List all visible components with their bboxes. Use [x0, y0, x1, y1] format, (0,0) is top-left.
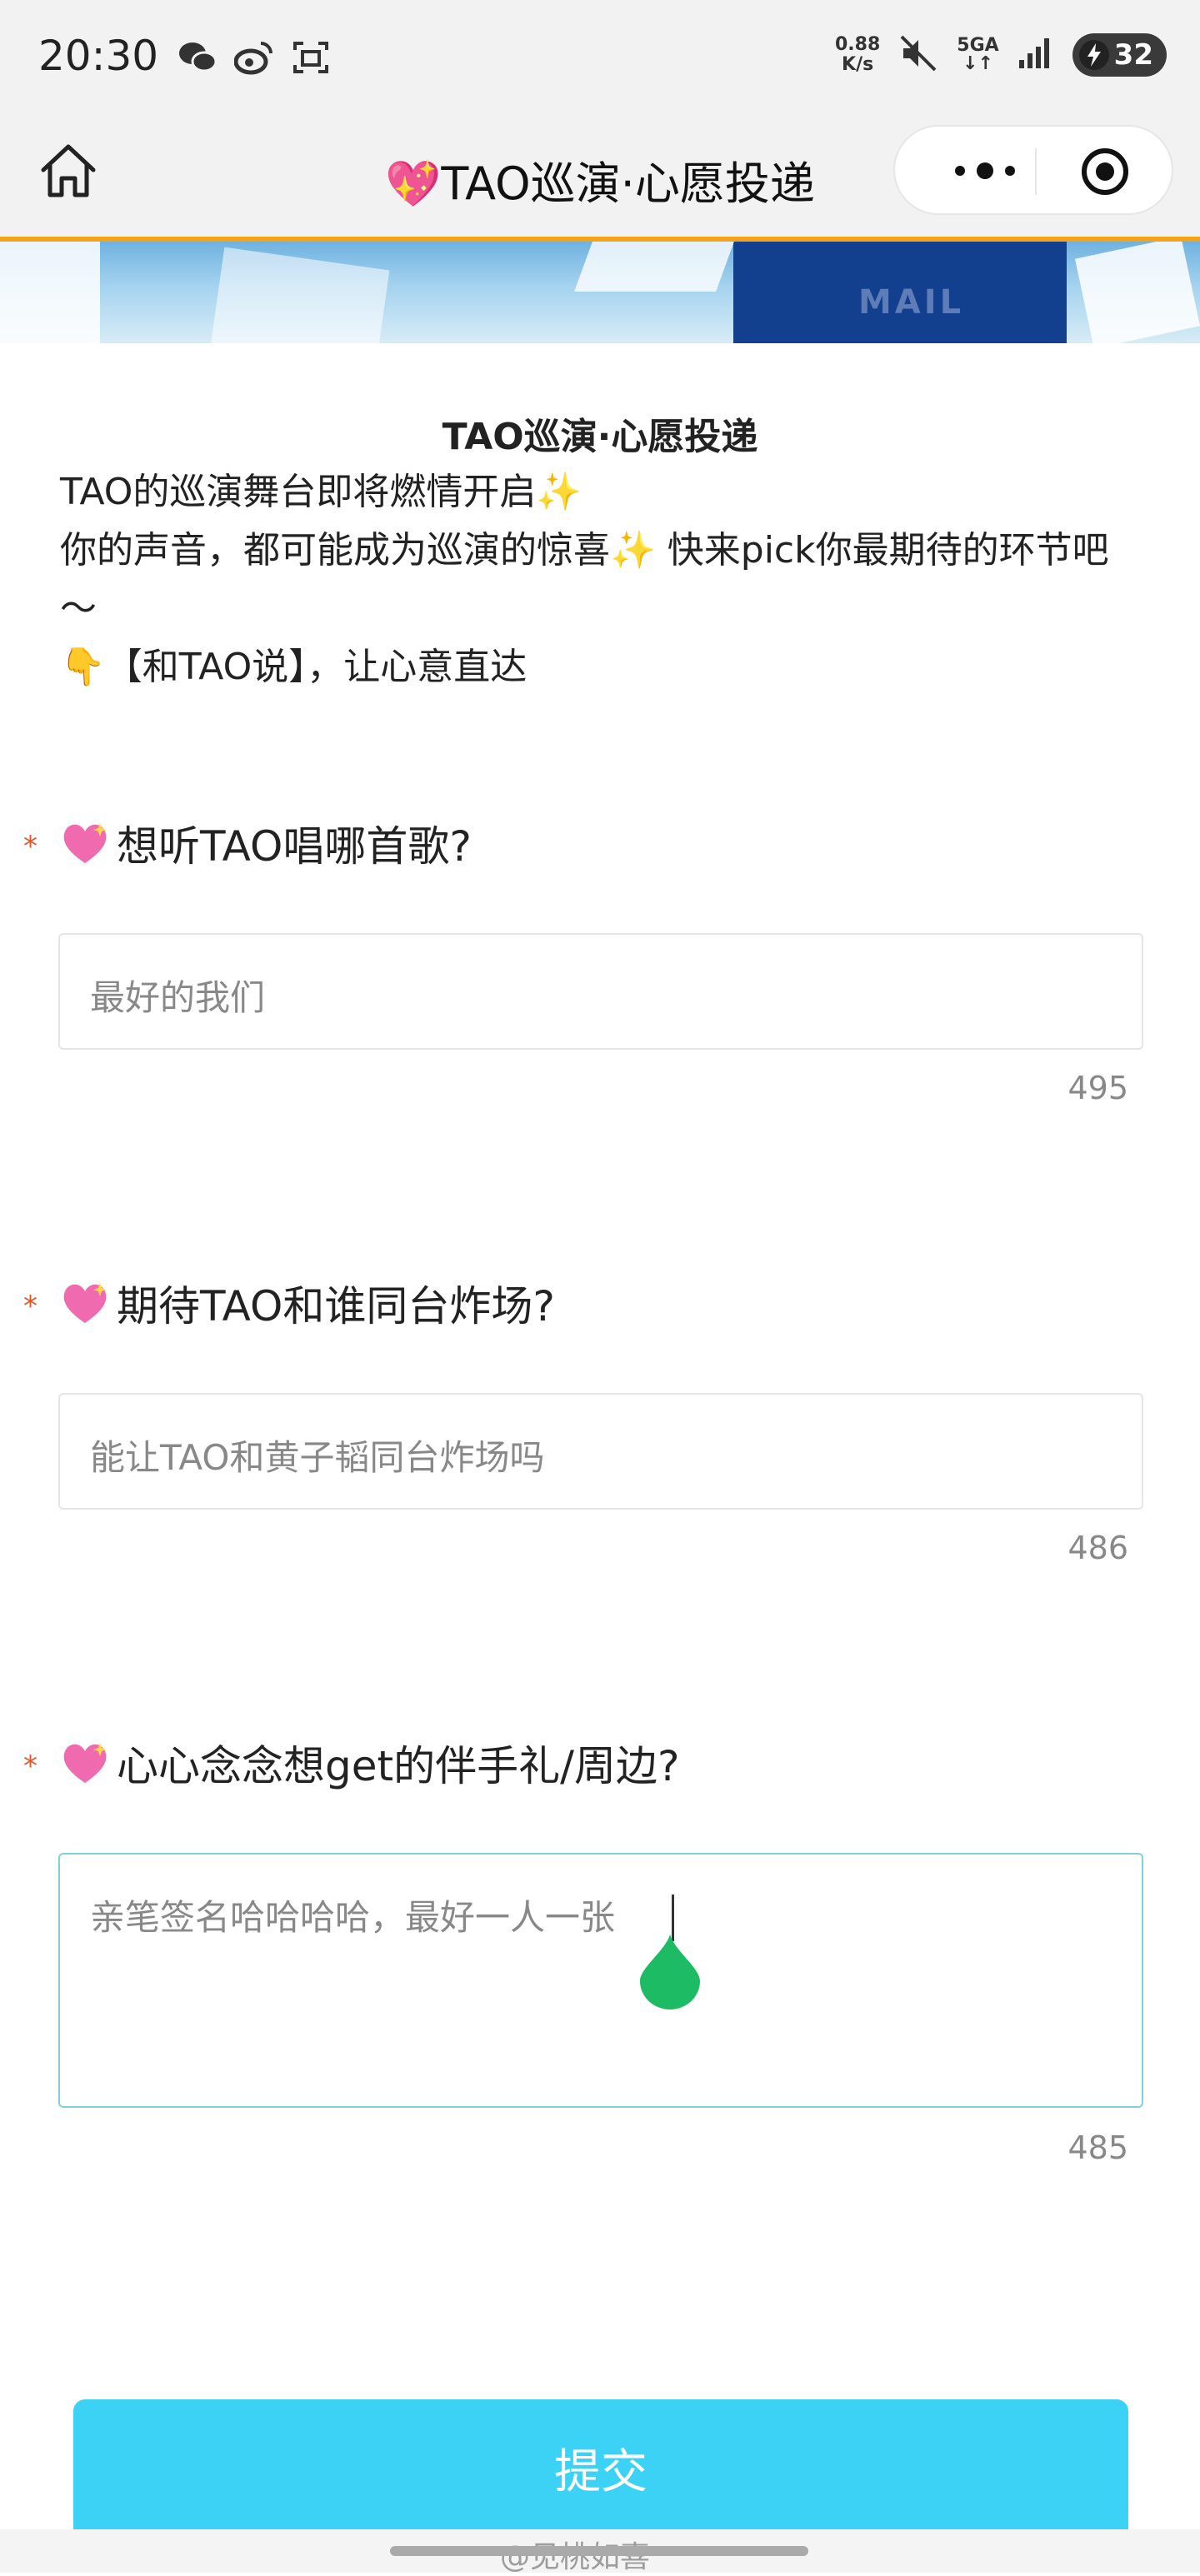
- form-title: TAO巡演·心愿投递: [442, 416, 758, 458]
- signal-icon: [1018, 37, 1054, 73]
- question-text: 期待TAO和谁同台炸场?: [117, 1282, 555, 1330]
- network-speed-value: 0.88: [834, 34, 881, 55]
- page-title: 💖TAO巡演·心愿投递: [385, 157, 815, 210]
- status-right-cluster: 0.88 K/s 5GA ↓↑ 32: [835, 33, 1167, 77]
- question-label: * 期待TAO和谁同台炸场?: [23, 1273, 555, 1333]
- banner-letter: [0, 242, 100, 343]
- network-type-label: 5GA: [957, 35, 999, 56]
- input-value: 亲笔签名哈哈哈哈，最好一人一张: [90, 1897, 616, 1938]
- capsule-divider: [1035, 148, 1037, 195]
- mute-icon: [898, 33, 938, 77]
- charging-icon: [1078, 40, 1109, 70]
- navigation-bar: 💖TAO巡演·心愿投递: [0, 117, 1200, 242]
- question-text: 心心念念想get的伴手礼/周边?: [117, 1742, 680, 1790]
- target-close-icon: [1082, 148, 1128, 195]
- char-counter: 486: [1068, 1530, 1128, 1566]
- banner-letter: [574, 242, 734, 292]
- wechat-icon: [177, 37, 218, 78]
- required-mark: *: [23, 1290, 38, 1323]
- close-miniprogram-button[interactable]: [1080, 147, 1130, 197]
- char-counter: 495: [1068, 1070, 1128, 1106]
- header-banner-image: MAIL: [0, 242, 1200, 343]
- battery-indicator: 32: [1072, 33, 1167, 77]
- sparkling-heart-icon: [63, 1283, 107, 1323]
- form-description: TAO的巡演舞台即将燃情开启✨ 你的声音，都可能成为巡演的惊喜✨ 快来pick你…: [60, 463, 1143, 696]
- sparkling-heart-icon: [63, 823, 107, 863]
- network-type: 5GA ↓↑: [957, 37, 998, 73]
- miniprogram-capsule: [893, 125, 1173, 215]
- description-line: 👇【和TAO说】，让心意直达: [60, 646, 528, 688]
- gesture-home-indicator[interactable]: [390, 2546, 808, 2556]
- home-icon: [41, 144, 96, 197]
- weibo-icon: [233, 37, 275, 78]
- duet-answer-input[interactable]: 能让TAO和黄子韬同台炸场吗: [58, 1393, 1143, 1510]
- status-notification-icons: [177, 37, 332, 78]
- battery-level: 32: [1113, 38, 1153, 72]
- required-mark: *: [23, 830, 38, 863]
- data-arrows-icon: ↓↑: [962, 53, 993, 74]
- cursor-handle-icon[interactable]: [640, 1934, 700, 2009]
- merch-answer-textarea[interactable]: 亲笔签名哈哈哈哈，最好一人一张: [58, 1853, 1143, 2108]
- required-mark: *: [23, 1750, 38, 1783]
- banner-letter: [210, 247, 390, 343]
- scan-icon: [290, 37, 332, 78]
- song-answer-input[interactable]: 最好的我们: [58, 933, 1143, 1050]
- banner-letter: [1074, 242, 1200, 343]
- banner-mail-text: MAIL: [858, 283, 965, 322]
- status-time: 20:30: [38, 32, 159, 80]
- sparkling-heart-icon: [63, 1743, 107, 1783]
- more-button[interactable]: [937, 152, 1033, 190]
- status-bar: 20:30 0.88 K/s 5GA ↓↑ 32: [0, 0, 1200, 117]
- network-speed-unit: K/s: [842, 54, 874, 75]
- question-label: * 想听TAO唱哪首歌?: [23, 813, 472, 873]
- char-counter: 485: [1068, 2129, 1128, 2166]
- description-line: TAO的巡演舞台即将燃情开启✨: [60, 471, 582, 513]
- input-value: 能让TAO和黄子韬同台炸场吗: [90, 1437, 545, 1478]
- more-dots-icon: [955, 162, 1015, 179]
- input-value: 最好的我们: [90, 977, 266, 1018]
- question-text: 想听TAO唱哪首歌?: [117, 822, 472, 871]
- home-button[interactable]: [37, 140, 100, 203]
- network-speed: 0.88 K/s: [835, 35, 880, 75]
- description-line: 你的声音，都可能成为巡演的惊喜✨ 快来pick你最期待的环节吧～: [60, 529, 1109, 630]
- question-label: * 心心念念想get的伴手礼/周边?: [23, 1733, 680, 1793]
